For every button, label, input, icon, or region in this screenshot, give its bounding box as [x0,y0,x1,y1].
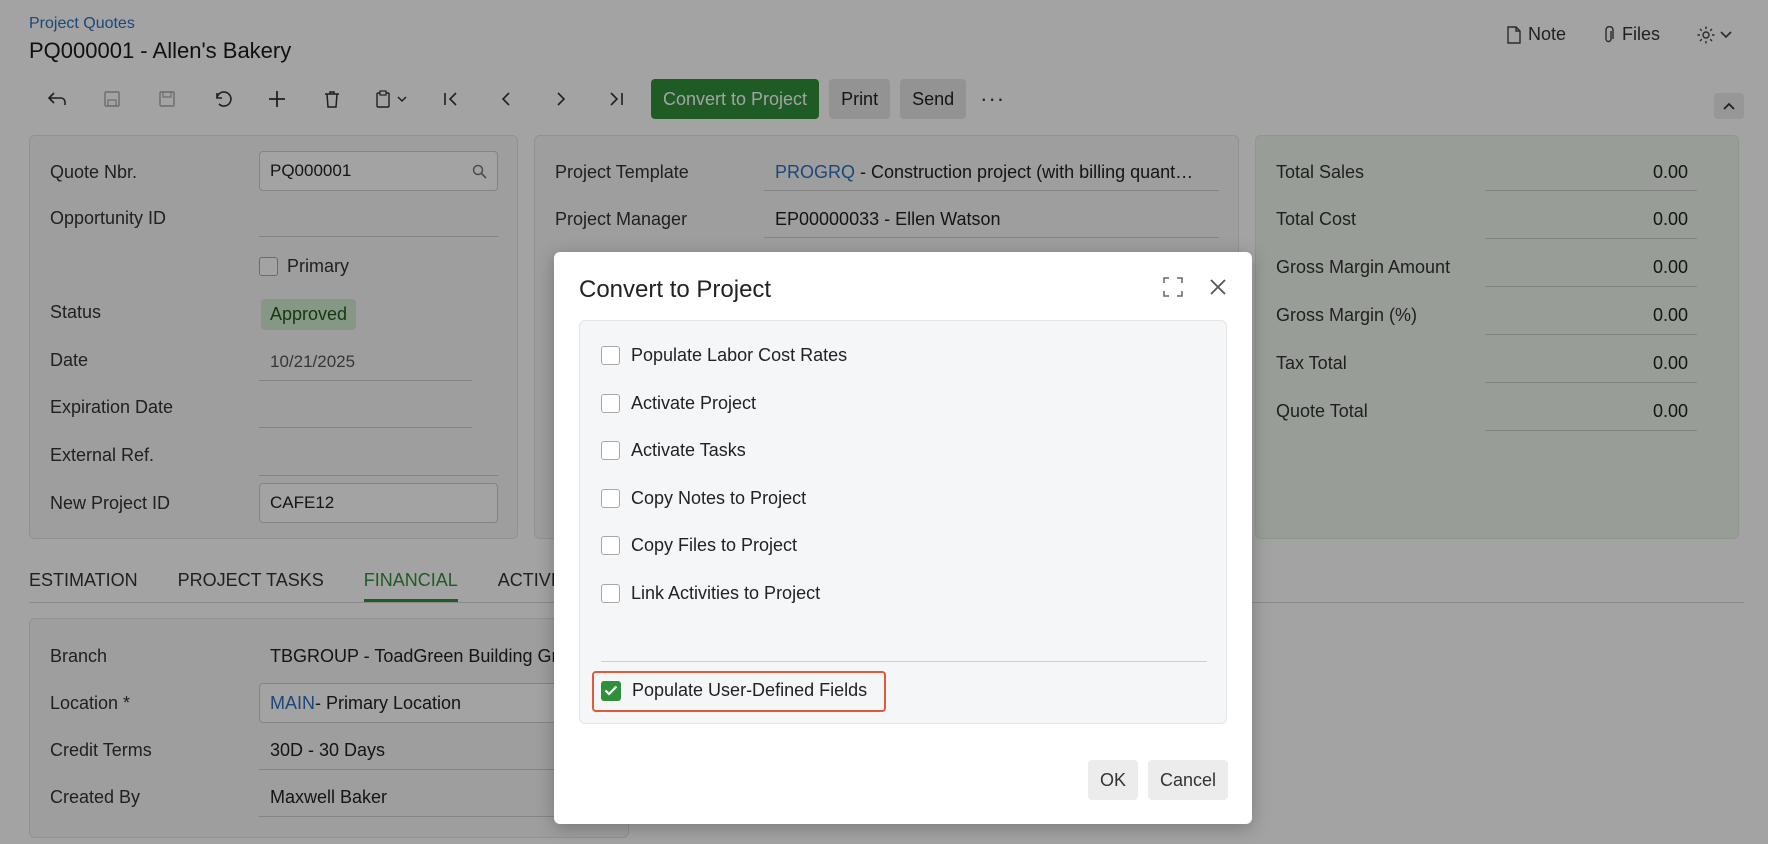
option-populate-user-defined-fields[interactable]: Populate User-Defined Fields [601,680,867,701]
close-button[interactable] [1205,274,1231,300]
option-checkbox[interactable] [601,346,620,365]
option-activate-tasks[interactable]: Activate Tasks [601,440,746,461]
option-populate-labor-cost-rates[interactable]: Populate Labor Cost Rates [601,345,847,366]
option-checkbox[interactable] [601,394,620,413]
option-checkbox[interactable] [601,489,620,508]
option-copy-notes-to-project[interactable]: Copy Notes to Project [601,488,806,509]
option-checkbox[interactable] [601,536,620,555]
option-label: Populate Labor Cost Rates [631,345,848,365]
maximize-button[interactable] [1160,274,1186,300]
option-label: Copy Notes to Project [631,488,807,508]
checkmark-icon [604,685,618,696]
close-icon [1210,279,1226,295]
options-divider [601,661,1207,662]
option-checkbox[interactable] [601,441,620,460]
option-label: Link Activities to Project [631,583,821,603]
dialog-options-panel: Populate Labor Cost Rates Activate Proje… [579,320,1227,724]
cancel-button[interactable]: Cancel [1148,760,1229,800]
option-label: Activate Project [631,393,757,413]
option-label: Activate Tasks [631,440,746,460]
page: Project Quotes PQ000001 - Allen's Bakery… [0,0,1768,844]
dialog-title: Convert to Project [579,276,772,303]
option-activate-project[interactable]: Activate Project [601,393,756,414]
maximize-icon [1163,277,1183,297]
option-checkbox-checked[interactable] [601,680,621,701]
option-link-activities-to-project[interactable]: Link Activities to Project [601,583,820,604]
option-label: Populate User-Defined Fields [632,680,868,700]
option-checkbox[interactable] [601,584,620,603]
convert-to-project-dialog: Convert to Project Populate Labor Cost R… [554,252,1252,824]
option-label: Copy Files to Project [631,535,798,555]
option-copy-files-to-project[interactable]: Copy Files to Project [601,535,797,556]
ok-button[interactable]: OK [1088,760,1139,800]
